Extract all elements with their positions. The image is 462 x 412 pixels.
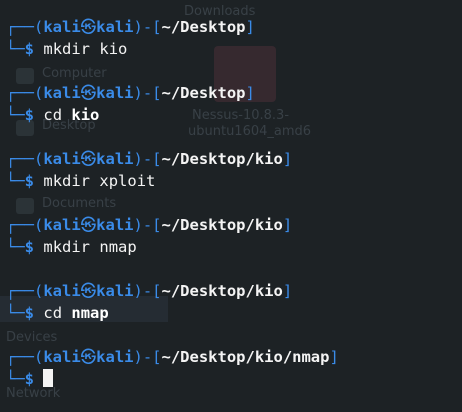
command-line: └─$ mkdir kio [6,38,339,60]
prompt-path: ~/Desktop/kio [161,282,283,300]
prompt-frame-close: ] [245,18,255,36]
command-line: └─$ mkdir nmap [6,236,339,258]
prompt-corner: └─ [6,172,25,190]
command-name: mkdir [43,172,91,190]
skull-icon: ㉿ [80,348,97,366]
prompt-frame-mid: )-[ [133,84,162,102]
prompt-user: kali [43,18,81,36]
skull-icon: ㉿ [80,282,97,300]
terminal-entry: ┌──(kali㉿kali)-[~/Desktop/kio] └─$ mkdir … [6,148,339,214]
prompt-symbol: $ [24,238,35,256]
command-argument: xploit [99,172,156,190]
prompt-corner: └─ [6,304,25,322]
prompt-user: kali [43,216,81,234]
prompt-corner: └─ [6,40,25,58]
prompt-frame-open: ┌──( [6,282,44,300]
prompt-host: kali [96,348,134,366]
prompt-header: ┌──(kali㉿kali)-[~/Desktop/kio] [6,214,339,236]
prompt-path: ~/Desktop/kio [161,150,283,168]
prompt-frame-close: ] [245,84,255,102]
prompt-corner: └─ [6,106,25,124]
prompt-frame-open: ┌──( [6,216,44,234]
prompt-frame-close: ] [282,150,293,168]
prompt-frame-mid: )-[ [133,150,162,168]
prompt-host: kali [96,84,134,102]
skull-icon: ㉿ [80,216,97,234]
command-line: └─$ [6,368,339,390]
prompt-frame-mid: )-[ [133,18,162,36]
skull-icon: ㉿ [80,18,97,36]
terminal-output[interactable]: ┌──(kali㉿kali)-[~/Desktop] └─$ mkdir kio ┌… [6,16,339,412]
prompt-frame-close: ] [329,348,339,366]
prompt-user: kali [43,348,81,366]
prompt-header: ┌──(kali㉿kali)-[~/Desktop/kio] [6,148,339,170]
command-line: └─$ cd nmap [6,302,339,324]
prompt-path: ~/Desktop [161,84,246,102]
command-name: mkdir [43,238,91,256]
prompt-frame-open: ┌──( [6,18,44,36]
command-name: mkdir [43,40,91,58]
command-line: └─$ mkdir xploit [6,170,339,192]
terminal-entry: ┌──(kali㉿kali)-[~/Desktop/kio/nmap] └─$ [6,346,339,412]
prompt-header: ┌──(kali㉿kali)-[~/Desktop] [6,16,339,38]
prompt-host: kali [96,216,134,234]
terminal-entry: ┌──(kali㉿kali)-[~/Desktop/kio] └─$ cd nma… [6,280,339,346]
prompt-host: kali [96,150,134,168]
command-argument: nmap [71,304,109,322]
command-argument: nmap [99,238,137,256]
prompt-frame-mid: )-[ [133,282,162,300]
prompt-frame-open: ┌──( [6,150,44,168]
terminal-entry: ┌──(kali㉿kali)-[~/Desktop] └─$ mkdir kio [6,16,339,82]
prompt-symbol: $ [24,370,35,388]
terminal-entry: ┌──(kali㉿kali)-[~/Desktop] └─$ cd kio [6,82,339,148]
prompt-frame-close: ] [282,216,293,234]
text-cursor[interactable] [43,369,54,387]
command-argument: kio [99,40,128,58]
prompt-header: ┌──(kali㉿kali)-[~/Desktop/kio/nmap] [6,346,339,368]
prompt-header: ┌──(kali㉿kali)-[~/Desktop] [6,82,339,104]
prompt-path: ~/Desktop/kio/nmap [161,348,330,366]
terminal-entry: ┌──(kali㉿kali)-[~/Desktop/kio] └─$ mkdir … [6,214,339,280]
prompt-symbol: $ [24,106,35,124]
prompt-header: ┌──(kali㉿kali)-[~/Desktop/kio] [6,280,339,302]
command-name: cd [43,106,63,124]
prompt-frame-open: ┌──( [6,84,44,102]
prompt-path: ~/Desktop/kio [161,216,283,234]
command-line: └─$ cd kio [6,104,339,126]
prompt-user: kali [43,84,81,102]
prompt-symbol: $ [24,172,35,190]
prompt-frame-mid: )-[ [133,216,162,234]
prompt-host: kali [96,18,134,36]
prompt-corner: └─ [6,238,25,256]
prompt-frame-mid: )-[ [133,348,162,366]
prompt-corner: └─ [6,370,25,388]
skull-icon: ㉿ [80,150,97,168]
skull-icon: ㉿ [80,84,97,102]
prompt-user: kali [43,150,81,168]
prompt-path: ~/Desktop [161,18,246,36]
prompt-symbol: $ [24,40,35,58]
prompt-user: kali [43,282,81,300]
prompt-frame-open: ┌──( [6,348,44,366]
command-name: cd [43,304,63,322]
prompt-frame-close: ] [282,282,293,300]
prompt-symbol: $ [24,304,35,322]
prompt-host: kali [96,282,134,300]
command-argument: kio [71,106,100,124]
